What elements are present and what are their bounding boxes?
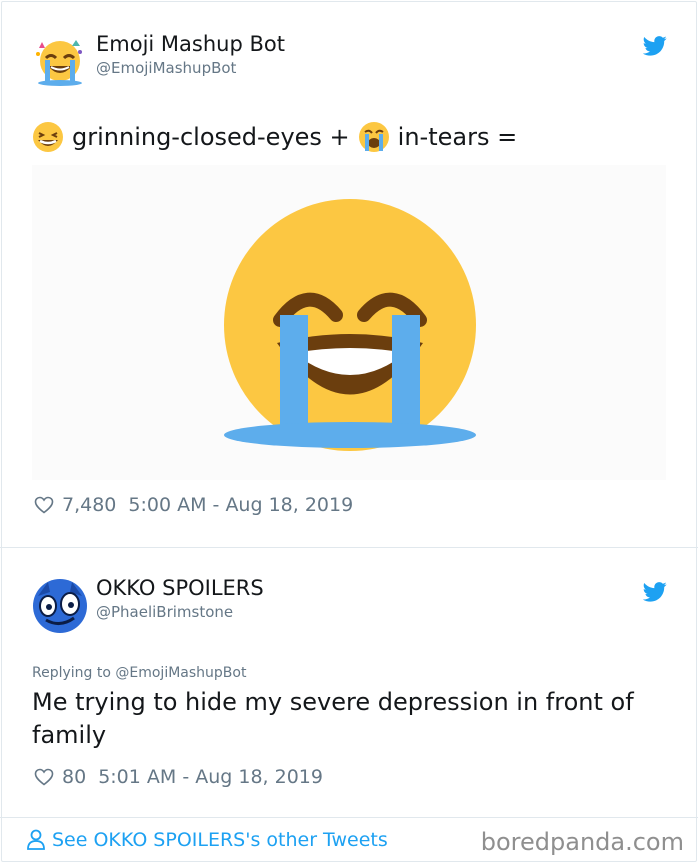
twitter-bird-icon[interactable] xyxy=(643,36,667,56)
heart-icon[interactable] xyxy=(34,496,54,514)
emoji-name-1: grinning-closed-eyes + xyxy=(72,123,350,151)
user-handle[interactable]: @EmojiMashupBot xyxy=(96,59,236,77)
grinning-closed-eyes-emoji-icon xyxy=(33,122,63,152)
watermark: boredpanda.com xyxy=(480,828,684,856)
in-tears-emoji-icon xyxy=(358,122,389,152)
person-icon xyxy=(27,829,45,850)
tweet-text: grinning-closed-eyes + in-tears = xyxy=(32,120,517,154)
timestamp[interactable]: 5:00 AM - Aug 18, 2019 xyxy=(128,494,353,516)
tweet-footer: See OKKO SPOILERS's other Tweets boredpa… xyxy=(0,817,698,864)
heart-icon[interactable] xyxy=(34,768,54,786)
display-name[interactable]: OKKO SPOILERS xyxy=(96,576,264,600)
mashup-emoji-image xyxy=(224,199,476,451)
like-count: 7,480 xyxy=(62,494,117,516)
tweet-meta: 80 5:01 AM - Aug 18, 2019 xyxy=(34,766,323,788)
see-other-tweets-link[interactable]: See OKKO SPOILERS's other Tweets xyxy=(26,829,388,851)
tweet-meta: 7,480 5:00 AM - Aug 18, 2019 xyxy=(34,494,353,516)
like-count: 80 xyxy=(62,766,87,788)
display-name[interactable]: Emoji Mashup Bot xyxy=(96,32,285,56)
timestamp[interactable]: 5:01 AM - Aug 18, 2019 xyxy=(98,766,323,788)
user-handle[interactable]: @PhaeliBrimstone xyxy=(96,603,233,621)
replying-to-label[interactable]: Replying to @EmojiMashupBot xyxy=(32,665,246,681)
avatar[interactable] xyxy=(32,36,88,92)
tweet-emoji-mashup: Emoji Mashup Bot @EmojiMashupBot grinnin… xyxy=(0,0,698,547)
see-other-tweets-label[interactable]: See OKKO SPOILERS's other Tweets xyxy=(52,829,388,851)
twitter-bird-icon[interactable] xyxy=(643,582,667,602)
tweet-reply: OKKO SPOILERS @PhaeliBrimstone Replying … xyxy=(0,547,698,818)
tweet-text: Me trying to hide my severe depression i… xyxy=(32,688,634,749)
tweet-media-image[interactable] xyxy=(32,165,666,480)
emoji-name-2: in-tears = xyxy=(397,123,518,151)
avatar[interactable] xyxy=(32,578,88,634)
